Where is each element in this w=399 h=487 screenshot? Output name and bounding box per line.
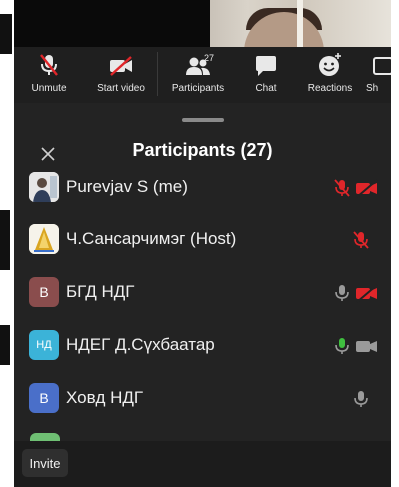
participants-label: Participants — [171, 83, 225, 94]
participant-row[interactable]: В Ховд НДГ — [14, 377, 391, 421]
avatar — [29, 172, 59, 202]
video-preview — [14, 0, 391, 62]
camera-icon[interactable] — [355, 336, 379, 356]
avatar: В — [29, 383, 59, 413]
edge-mark — [0, 325, 10, 365]
edge-mark — [0, 14, 12, 54]
mic-muted-icon — [40, 54, 58, 76]
unmute-button[interactable]: Unmute — [14, 47, 84, 103]
camera-off-icon[interactable] — [355, 283, 379, 303]
start-video-button[interactable]: Start video — [84, 47, 158, 103]
sheet-footer: Invite — [14, 441, 391, 487]
next-avatar-partial — [30, 433, 60, 441]
participant-row[interactable]: В БГД НДГ — [14, 271, 391, 315]
avatar-initial: В — [39, 390, 49, 406]
participant-name: БГД НДГ — [66, 282, 135, 301]
start-video-label: Start video — [97, 83, 145, 94]
share-icon — [373, 57, 391, 75]
meeting-screen: Unmute Start video 27 Participants Chat … — [14, 0, 391, 487]
participant-name: НДЕГ Д.Сүхбаатар — [66, 335, 215, 354]
screenshot-edge-right — [391, 0, 399, 487]
avatar — [29, 224, 59, 254]
share-button[interactable]: Sh — [366, 47, 391, 103]
chat-label: Chat — [255, 83, 277, 94]
reactions-label: Reactions — [307, 83, 353, 94]
profile-photo-icon — [29, 172, 59, 202]
mic-active-icon[interactable] — [332, 336, 352, 356]
unmute-label: Unmute — [31, 83, 67, 94]
mic-muted-icon[interactable] — [332, 178, 352, 198]
participant-row[interactable]: НД НДЕГ Д.Сүхбаатар — [14, 324, 391, 368]
mic-icon[interactable] — [351, 389, 371, 409]
video-background-frame — [297, 0, 303, 52]
reaction-smiley-icon — [319, 53, 341, 76]
mic-icon[interactable] — [332, 283, 352, 303]
camera-off-icon — [110, 56, 132, 76]
screenshot-edge-left — [0, 0, 14, 487]
participants-count-badge: 27 — [204, 53, 215, 63]
participant-name: Purevjav S (me) — [66, 177, 188, 196]
participant-row[interactable]: Ч.Сансарчимэг (Host) — [14, 218, 391, 262]
share-label: Sh — [366, 83, 379, 94]
chat-icon — [256, 56, 276, 76]
participants-sheet: Participants (27) Purevjav S (me) Ч.Санс… — [14, 110, 391, 487]
avatar: НД — [29, 330, 59, 360]
participants-button[interactable]: 27 Participants — [158, 47, 238, 103]
avatar: В — [29, 277, 59, 307]
sheet-title: Participants (27) — [132, 140, 273, 160]
avatar-initial: НД — [36, 339, 52, 351]
sheet-header: Participants (27) — [14, 134, 391, 170]
chat-button[interactable]: Chat — [238, 47, 294, 103]
invite-button[interactable]: Invite — [22, 449, 68, 477]
participant-name: Ч.Сансарчимэг (Host) — [66, 229, 237, 248]
reactions-button[interactable]: Reactions — [294, 47, 366, 103]
meeting-toolbar: Unmute Start video 27 Participants Chat … — [14, 47, 391, 103]
host-emblem-icon — [29, 224, 59, 254]
mic-muted-icon[interactable] — [351, 230, 371, 250]
camera-off-icon[interactable] — [355, 178, 379, 198]
sheet-drag-handle[interactable] — [182, 118, 224, 122]
participant-name: Ховд НДГ — [66, 388, 144, 407]
edge-mark — [0, 210, 10, 270]
participant-row[interactable]: Purevjav S (me) — [14, 166, 391, 210]
avatar-initial: В — [39, 284, 49, 300]
